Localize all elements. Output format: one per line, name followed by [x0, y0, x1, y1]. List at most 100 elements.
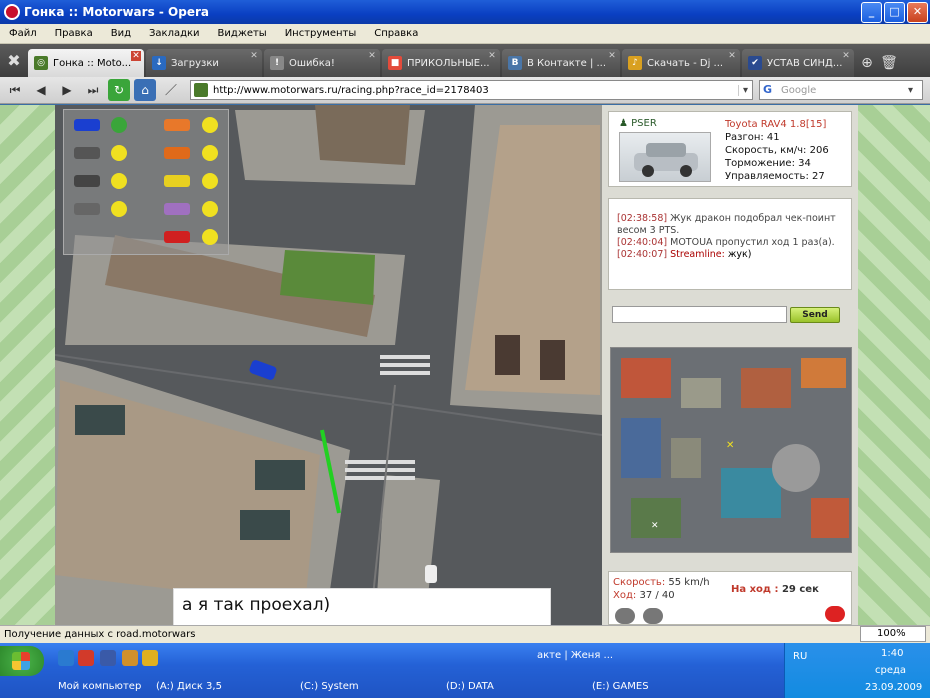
- trash-icon[interactable]: 🗑: [878, 49, 900, 77]
- tab-funny[interactable]: ■ ПРИКОЛЬНЫЕ... ✕: [382, 49, 500, 77]
- error-page-icon: !: [270, 56, 284, 70]
- horn-icon[interactable]: [643, 608, 663, 624]
- google-icon: G: [763, 83, 773, 96]
- chat-message: [02:40:07] Streamline: жук): [617, 249, 752, 260]
- menu-file[interactable]: Файл: [0, 28, 46, 39]
- tab-error[interactable]: ! Ошибка! ✕: [264, 49, 380, 77]
- race-status-panel: Скорость: 55 km/h Ход: 37 / 40 На ход : …: [608, 571, 852, 625]
- turn-timer: На ход : 29 сек: [731, 584, 819, 595]
- tab-label: УСТАВ СИНД...: [767, 57, 843, 69]
- downloads-icon: ↓: [152, 56, 166, 70]
- players-legend-graphic: [74, 117, 218, 245]
- zoom-control[interactable]: 100%: [860, 626, 926, 642]
- clock-date: 23.09.2009: [865, 682, 923, 693]
- home-icon[interactable]: ⌂: [134, 79, 156, 101]
- app-icon[interactable]: [100, 650, 116, 666]
- tab-bar: ✖ ◎ Гонка :: Moto... ✕ ↓ Загрузки ✕ ! Ош…: [0, 44, 930, 77]
- close-tab-icon[interactable]: ✕: [367, 51, 377, 61]
- close-tab-icon[interactable]: ✕: [727, 51, 737, 61]
- app-icon[interactable]: [122, 650, 138, 666]
- tab-download-dj[interactable]: ♪ Скачать - Dj ... ✕: [622, 49, 740, 77]
- forward-icon[interactable]: ▶: [56, 79, 78, 101]
- wand-icon[interactable]: ／: [160, 79, 182, 101]
- background-decoration: [0, 105, 55, 625]
- mini-map[interactable]: ✕ ✕: [610, 347, 852, 553]
- nitro-icon[interactable]: [615, 608, 635, 624]
- race-map[interactable]: [55, 105, 602, 625]
- drive-d-link[interactable]: (D:) DATA: [446, 678, 494, 696]
- winamp-icon[interactable]: [142, 650, 158, 666]
- window-title-bar[interactable]: Гонка :: Motorwars - Opera _ □ ✕: [0, 0, 930, 24]
- vk-favicon-icon: B: [508, 56, 522, 70]
- send-button[interactable]: Send: [790, 307, 840, 323]
- back-icon[interactable]: ◀: [30, 79, 52, 101]
- menu-help[interactable]: Справка: [365, 28, 427, 39]
- current-speed: 55 km/h: [668, 577, 710, 588]
- svg-text:✕: ✕: [651, 521, 659, 531]
- maximize-button[interactable]: □: [884, 1, 905, 23]
- player-name[interactable]: ♟ PSER: [619, 118, 657, 129]
- site-favicon-icon: ✔: [748, 56, 762, 70]
- tab-label: Ошибка!: [289, 57, 335, 69]
- tools-icon[interactable]: ✖: [0, 47, 28, 77]
- menu-tools[interactable]: Инструменты: [276, 28, 366, 39]
- chat-message: [02:40:04] MOTOUA пропустил ход 1 раз(а)…: [617, 237, 835, 248]
- tab-label: Гонка :: Moto...: [53, 57, 132, 69]
- search-field[interactable]: G Google ▾: [759, 80, 923, 100]
- clock-day: среда: [875, 665, 907, 676]
- menu-edit[interactable]: Правка: [46, 28, 102, 39]
- svg-text:✕: ✕: [726, 440, 734, 451]
- move-counter: 37 / 40: [639, 590, 675, 601]
- background-decoration: [858, 105, 930, 625]
- language-indicator[interactable]: RU: [793, 651, 807, 662]
- close-tab-icon[interactable]: ✕: [249, 51, 259, 61]
- new-tab-icon[interactable]: ⊕: [856, 49, 878, 77]
- chat-log: [02:38:58] Жук дракон подобрал чек-поинт…: [617, 213, 837, 261]
- close-tab-icon[interactable]: ✕: [841, 51, 851, 61]
- menu-bookmarks[interactable]: Закладки: [140, 28, 209, 39]
- tab-ustav[interactable]: ✔ УСТАВ СИНД... ✕: [742, 49, 854, 77]
- start-button[interactable]: [0, 646, 44, 676]
- drives-toolbar: Мой компьютер (A:) Диск 3,5 (C:) System …: [0, 676, 784, 698]
- close-tab-icon[interactable]: ✕: [487, 51, 497, 61]
- drive-a-link[interactable]: (A:) Диск 3,5: [156, 678, 222, 696]
- status-bar: Получение данных с road.motorwars 100%: [0, 625, 930, 643]
- opera-quicklaunch-icon[interactable]: [78, 650, 94, 666]
- minimize-button[interactable]: _: [861, 1, 882, 23]
- tab-vkontakte[interactable]: B В Контакте | ... ✕: [502, 49, 620, 77]
- close-button[interactable]: ✕: [907, 1, 928, 23]
- menu-view[interactable]: Вид: [102, 28, 140, 39]
- car-stats: Toyota RAV4 1.8[15] Разгон: 41 Скорость,…: [725, 118, 829, 183]
- close-tab-icon[interactable]: ✕: [607, 51, 617, 61]
- chat-input[interactable]: [612, 306, 787, 323]
- reload-icon[interactable]: ↻: [108, 79, 130, 101]
- windows-logo-icon: [12, 652, 30, 670]
- clock-time[interactable]: 1:40: [881, 648, 903, 659]
- chevron-down-icon[interactable]: ▾: [738, 84, 752, 96]
- tab-downloads[interactable]: ↓ Загрузки ✕: [146, 49, 262, 77]
- car-speed: Скорость, км/ч: 206: [725, 145, 829, 156]
- window-title: Гонка :: Motorwars - Opera: [24, 5, 209, 19]
- taskbar-item[interactable]: акте | Женя ...: [537, 650, 613, 661]
- drive-c-link[interactable]: (C:) System: [300, 678, 359, 696]
- close-tab-icon[interactable]: ✕: [131, 51, 141, 61]
- tab-race[interactable]: ◎ Гонка :: Moto... ✕: [28, 49, 144, 77]
- chat-panel: [02:38:58] Жук дракон подобрал чек-поинт…: [608, 198, 852, 290]
- drive-e-link[interactable]: (E:) GAMES: [592, 678, 649, 696]
- mini-map-graphic: ✕ ✕: [611, 348, 851, 552]
- page-favicon-icon: [194, 83, 208, 97]
- car-acceleration: Разгон: 41: [725, 132, 780, 143]
- url-text: http://www.motorwars.ru/racing.php?race_…: [213, 84, 489, 96]
- ie-icon[interactable]: [58, 650, 74, 666]
- car-name: Toyota RAV4 1.8[15]: [725, 119, 827, 130]
- chevron-down-icon[interactable]: ▾: [908, 85, 922, 96]
- my-computer-link[interactable]: Мой компьютер: [58, 678, 141, 696]
- stop-icon[interactable]: [823, 604, 847, 624]
- fast-forward-icon[interactable]: ⏭: [82, 79, 104, 101]
- menu-widgets[interactable]: Виджеты: [209, 28, 276, 39]
- car-image: [619, 132, 711, 182]
- page-content: ♟ PSER Toyota RAV4 1.8[15] Разгон: 41 Ск…: [0, 105, 930, 625]
- address-field[interactable]: http://www.motorwars.ru/racing.php?race_…: [190, 80, 753, 100]
- tab-label: Скачать - Dj ...: [647, 57, 724, 69]
- rewind-icon[interactable]: ⏮: [4, 79, 26, 101]
